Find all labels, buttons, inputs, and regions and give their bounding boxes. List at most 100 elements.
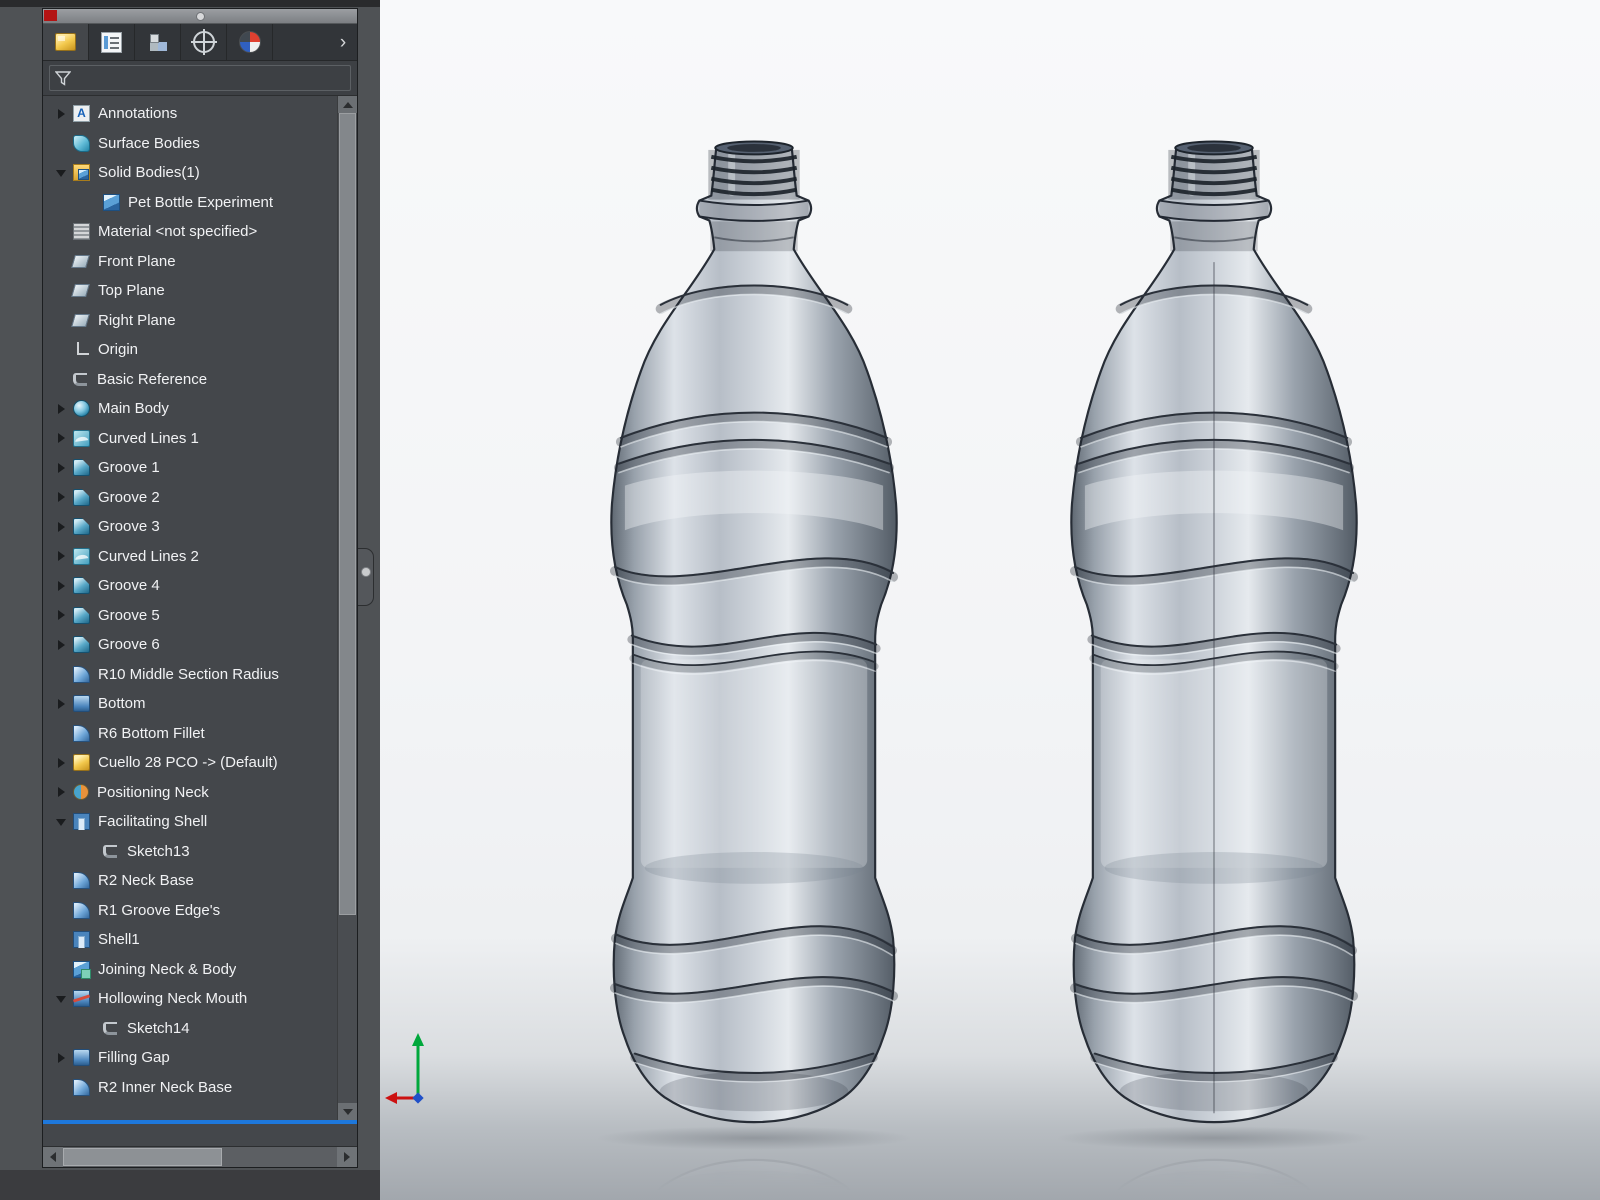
- revolve-icon: [73, 400, 90, 418]
- horizontal-scroll-thumb[interactable]: [63, 1148, 222, 1166]
- tab-configurationmanager[interactable]: [135, 24, 181, 60]
- tree-item-groove-4[interactable]: Groove 4: [43, 571, 337, 601]
- vertical-scroll-thumb[interactable]: [339, 113, 356, 915]
- fillet-icon: [73, 901, 90, 919]
- expand-arrow-icon[interactable]: [51, 107, 73, 121]
- tree-horizontal-scrollbar[interactable]: [43, 1146, 357, 1167]
- expand-arrow-icon[interactable]: [51, 461, 73, 475]
- tree-item-groove-1[interactable]: Groove 1: [43, 453, 337, 483]
- tree-item-sketch14[interactable]: Sketch14: [43, 1014, 337, 1044]
- tree-item-positioning-neck[interactable]: Positioning Neck: [43, 778, 337, 808]
- expand-arrow-icon[interactable]: [51, 549, 73, 563]
- tree-item-label: Main Body: [98, 400, 169, 418]
- tree-item-filling-gap[interactable]: Filling Gap: [43, 1043, 337, 1073]
- pet-bottle-model-right[interactable]: [1055, 138, 1373, 1141]
- expand-arrow-icon[interactable]: [51, 402, 73, 416]
- tab-overflow-chevron-icon[interactable]: ›: [329, 24, 357, 60]
- collapse-arrow-icon[interactable]: [51, 992, 73, 1006]
- tree-item-r2-inner-neck-base[interactable]: R2 Inner Neck Base: [43, 1073, 337, 1103]
- tree-item-facilitating-shell[interactable]: Facilitating Shell: [43, 807, 337, 837]
- tab-propertymanager[interactable]: [89, 24, 135, 60]
- panel-collapse-handle[interactable]: [358, 548, 374, 606]
- filter-input[interactable]: [77, 66, 350, 90]
- filter-box[interactable]: [49, 65, 351, 91]
- groove-icon: [73, 488, 90, 506]
- tree-item-label: Pet Bottle Experiment: [128, 193, 274, 211]
- tree-item-groove-3[interactable]: Groove 3: [43, 512, 337, 542]
- featuremanager-icon: [55, 33, 76, 51]
- tree-item-groove-2[interactable]: Groove 2: [43, 483, 337, 513]
- vertical-scroll-track[interactable]: [338, 113, 357, 1103]
- tree-item-sketch13[interactable]: Sketch13: [43, 837, 337, 867]
- scroll-left-button[interactable]: [43, 1147, 63, 1167]
- tree-item-hollowing-neck-mouth[interactable]: Hollowing Neck Mouth: [43, 984, 337, 1014]
- fillet-icon: [73, 872, 90, 890]
- expand-arrow-icon[interactable]: [51, 638, 73, 652]
- plane-icon: [71, 313, 90, 327]
- tree-item-basic-reference[interactable]: Basic Reference: [43, 365, 337, 395]
- displaymanager-icon: [238, 31, 261, 53]
- tree-item-top-plane[interactable]: Top Plane: [43, 276, 337, 306]
- tree-item-material-not-specified[interactable]: Material <not specified>: [43, 217, 337, 247]
- tree-item-label: Solid Bodies(1): [98, 164, 200, 182]
- tree-item-curved-lines-2[interactable]: Curved Lines 2: [43, 542, 337, 572]
- tree-item-origin[interactable]: Origin: [43, 335, 337, 365]
- tree-item-main-body[interactable]: Main Body: [43, 394, 337, 424]
- arrow-spacer: [51, 313, 73, 327]
- tree-item-bottom[interactable]: Bottom: [43, 689, 337, 719]
- tab-featuremanager[interactable]: [43, 24, 89, 60]
- panel-titlebar[interactable]: [43, 9, 357, 24]
- tree-item-shell1[interactable]: Shell1: [43, 925, 337, 955]
- expand-arrow-icon[interactable]: [51, 785, 73, 799]
- tree-item-right-plane[interactable]: Right Plane: [43, 306, 337, 336]
- expand-arrow-icon[interactable]: [51, 520, 73, 534]
- arrow-spacer: [81, 844, 103, 858]
- expand-arrow-icon[interactable]: [51, 490, 73, 504]
- scroll-up-button[interactable]: [338, 96, 357, 113]
- combine-icon: [73, 960, 91, 979]
- tree-item-label: Origin: [98, 341, 139, 359]
- tree-item-surface-bodies[interactable]: Surface Bodies: [43, 129, 337, 159]
- tree-item-r10-middle-section-radius[interactable]: R10 Middle Section Radius: [43, 660, 337, 690]
- tree-item-label: Groove 1: [98, 459, 160, 477]
- tab-displaymanager[interactable]: [227, 24, 273, 60]
- tree-item-curved-lines-1[interactable]: Curved Lines 1: [43, 424, 337, 454]
- pet-bottle-model-left[interactable]: [595, 138, 913, 1141]
- tree-item-label: Top Plane: [98, 282, 165, 300]
- expand-arrow-icon[interactable]: [51, 608, 73, 622]
- groove-icon: [73, 606, 90, 624]
- mate-icon: [73, 784, 89, 801]
- tree-item-annotations[interactable]: Annotations: [43, 99, 337, 129]
- collapse-arrow-icon[interactable]: [51, 815, 73, 829]
- tree-item-groove-5[interactable]: Groove 5: [43, 601, 337, 631]
- tree-item-joining-neck-body[interactable]: Joining Neck & Body: [43, 955, 337, 985]
- collapse-arrow-icon[interactable]: [51, 166, 73, 180]
- triangle-down-icon: [342, 1108, 353, 1115]
- tree-footer-spacer: [43, 1124, 357, 1146]
- expand-arrow-icon[interactable]: [51, 697, 73, 711]
- dimxpertmanager-icon: [192, 31, 215, 53]
- tree-item-r2-neck-base[interactable]: R2 Neck Base: [43, 866, 337, 896]
- expand-arrow-icon[interactable]: [51, 1051, 73, 1065]
- expand-arrow-icon[interactable]: [51, 431, 73, 445]
- tree-item-cuello-28-pco-default[interactable]: Cuello 28 PCO -> (Default): [43, 748, 337, 778]
- cut-icon: [73, 990, 90, 1008]
- tree-item-solid-bodies-1[interactable]: Solid Bodies(1): [43, 158, 337, 188]
- tree-item-r1-groove-edge-s[interactable]: R1 Groove Edge's: [43, 896, 337, 926]
- expand-arrow-icon[interactable]: [51, 579, 73, 593]
- tree-item-pet-bottle-experiment[interactable]: Pet Bottle Experiment: [43, 188, 337, 218]
- tree-item-r6-bottom-fillet[interactable]: R6 Bottom Fillet: [43, 719, 337, 749]
- filter-funnel-icon: [55, 70, 71, 86]
- horizontal-scroll-track[interactable]: [63, 1147, 337, 1167]
- tree-vertical-scrollbar[interactable]: [337, 96, 357, 1120]
- viewport-3d[interactable]: [380, 0, 1600, 1200]
- arrow-spacer: [51, 933, 73, 947]
- tree-item-groove-6[interactable]: Groove 6: [43, 630, 337, 660]
- tree-item-label: Facilitating Shell: [98, 813, 208, 831]
- tab-dimxpertmanager[interactable]: [181, 24, 227, 60]
- tree-item-front-plane[interactable]: Front Plane: [43, 247, 337, 277]
- tree-item-label: R2 Neck Base: [98, 872, 194, 890]
- expand-arrow-icon[interactable]: [51, 756, 73, 770]
- scroll-down-button[interactable]: [338, 1103, 357, 1120]
- scroll-right-button[interactable]: [337, 1147, 357, 1167]
